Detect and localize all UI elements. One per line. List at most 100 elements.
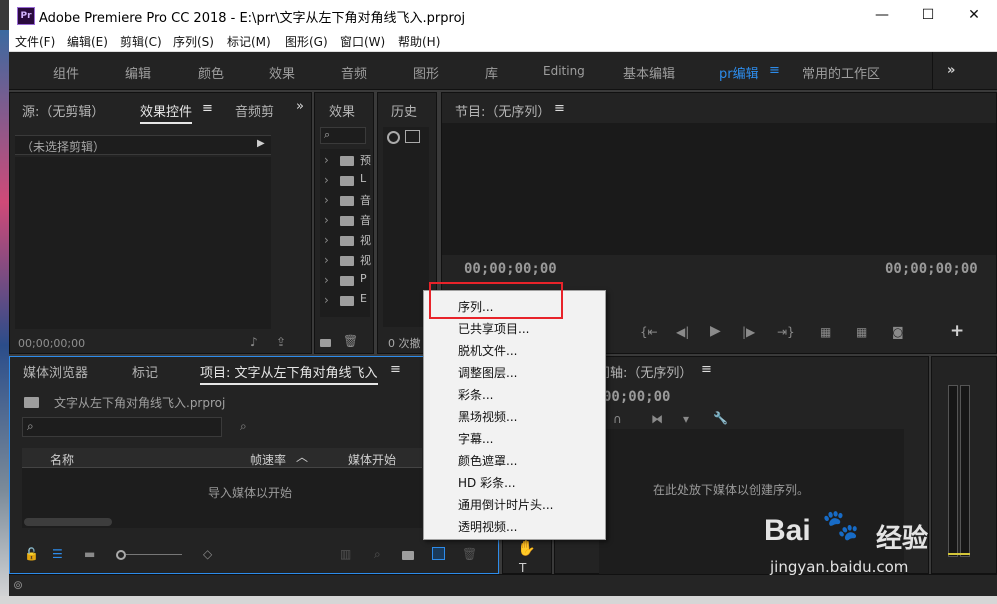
automate-icon[interactable]: ▥ bbox=[340, 547, 351, 561]
menu-edit[interactable]: 编辑(E) bbox=[67, 33, 108, 50]
menu-marker[interactable]: 标记(M) bbox=[227, 33, 271, 50]
column-media-start[interactable]: 媒体开始 bbox=[348, 451, 396, 468]
zoom-slider[interactable] bbox=[126, 554, 182, 555]
workspace-common[interactable]: 常用的工作区 bbox=[802, 63, 880, 82]
sort-ascending-icon[interactable]: ︿ bbox=[296, 448, 308, 465]
step-forward-icon[interactable]: |▶ bbox=[742, 325, 755, 339]
play-icon[interactable]: ▶ bbox=[710, 323, 721, 339]
workspace-graphics[interactable]: 图形 bbox=[413, 63, 439, 82]
effects-folder-label[interactable]: 预 bbox=[360, 152, 371, 168]
list-view-icon[interactable]: ☰ bbox=[52, 547, 63, 561]
menu-clip[interactable]: 剪辑(C) bbox=[120, 33, 162, 50]
history-list-icon[interactable] bbox=[405, 130, 420, 143]
program-menu-icon[interactable]: ≡ bbox=[554, 101, 565, 116]
menu-item-countdown-leader[interactable]: 通用倒计时片头... bbox=[458, 496, 553, 513]
add-marker-icon[interactable]: ▾ bbox=[683, 412, 689, 426]
tab-media-browser[interactable]: 媒体浏览器 bbox=[23, 362, 88, 381]
effects-folder-label[interactable]: E bbox=[360, 292, 367, 305]
column-frame-rate[interactable]: 帧速率 bbox=[250, 451, 286, 468]
workspace-basic-edit[interactable]: 基本编辑 bbox=[623, 63, 675, 82]
type-tool-icon[interactable]: T bbox=[519, 561, 526, 575]
lift-icon[interactable]: ▦ bbox=[820, 325, 831, 339]
zoom-slider-handle[interactable] bbox=[116, 550, 126, 560]
maximize-button[interactable]: ☐ bbox=[905, 0, 951, 30]
menu-item-bars-tone[interactable]: 彩条... bbox=[458, 386, 493, 403]
export-icon[interactable]: ⇪ bbox=[276, 335, 286, 349]
tab-project[interactable]: 项目: 文字从左下角对角线飞入 bbox=[200, 362, 378, 385]
effects-folder-label[interactable]: 音 bbox=[360, 212, 371, 228]
new-bin-icon[interactable] bbox=[402, 551, 414, 560]
effects-folder-label[interactable]: P bbox=[360, 272, 367, 285]
workspace-effects[interactable]: 效果 bbox=[269, 63, 295, 82]
workspace-editing-cn[interactable]: 编辑 bbox=[125, 63, 151, 82]
tree-arrow-icon[interactable]: › bbox=[324, 233, 329, 247]
find-icon[interactable]: ⌕ bbox=[240, 419, 247, 434]
workspace-editing[interactable]: Editing bbox=[543, 64, 585, 78]
new-item-icon[interactable] bbox=[432, 547, 445, 560]
minimize-button[interactable]: — bbox=[859, 0, 905, 30]
icon-view-icon[interactable]: ▬ bbox=[84, 547, 95, 561]
audio-icon[interactable]: ♪ bbox=[250, 335, 258, 349]
menu-item-black-video[interactable]: 黑场视频... bbox=[458, 408, 517, 425]
menu-file[interactable]: 文件(F) bbox=[15, 33, 55, 50]
tab-effect-controls[interactable]: 效果控件 bbox=[140, 101, 193, 124]
workspace-color[interactable]: 颜色 bbox=[198, 63, 224, 82]
step-back-icon[interactable]: ◀| bbox=[676, 325, 689, 339]
tab-menu-icon[interactable]: ≡ bbox=[202, 101, 213, 116]
effects-folder-label[interactable]: 视 bbox=[360, 232, 371, 248]
tree-arrow-icon[interactable]: › bbox=[324, 273, 329, 287]
clear-icon[interactable]: 🗑 bbox=[462, 547, 477, 561]
wrench-icon[interactable]: 🔧 bbox=[713, 411, 728, 425]
effects-folder-label[interactable]: 音 bbox=[360, 192, 371, 208]
program-timecode-current[interactable]: 00;00;00;00 bbox=[464, 261, 557, 277]
project-search-input[interactable]: ⌕ bbox=[22, 417, 222, 437]
add-button-icon[interactable]: + bbox=[950, 321, 964, 341]
effects-folder-label[interactable]: 视 bbox=[360, 252, 371, 268]
workspace-libraries[interactable]: 库 bbox=[485, 63, 498, 82]
tab-audio-clip[interactable]: 音频剪 bbox=[235, 101, 274, 120]
close-button[interactable]: ✕ bbox=[951, 0, 997, 30]
workspace-menu-icon[interactable]: ≡ bbox=[769, 63, 780, 78]
linked-selection-icon[interactable]: ⧓ bbox=[651, 412, 663, 426]
project-menu-icon[interactable]: ≡ bbox=[390, 362, 401, 377]
sort-icon[interactable]: ◇ bbox=[203, 547, 212, 561]
mark-in-icon[interactable]: {⇤ bbox=[640, 325, 658, 339]
tree-arrow-icon[interactable]: › bbox=[324, 213, 329, 227]
tree-arrow-icon[interactable]: › bbox=[324, 173, 329, 187]
tab-markers[interactable]: 标记 bbox=[132, 362, 158, 381]
tab-source[interactable]: 源:（无剪辑） bbox=[22, 101, 104, 120]
menu-sequence[interactable]: 序列(S) bbox=[173, 33, 214, 50]
menu-item-shared-project[interactable]: 已共享项目... bbox=[458, 320, 529, 337]
workspace-audio[interactable]: 音频 bbox=[341, 63, 367, 82]
menu-item-offline-file[interactable]: 脱机文件... bbox=[458, 342, 517, 359]
expand-arrow-icon[interactable]: ▶ bbox=[257, 138, 265, 149]
new-bin-icon[interactable] bbox=[320, 339, 331, 347]
snap-icon[interactable]: ∩ bbox=[613, 412, 622, 426]
delete-icon[interactable]: 🗑 bbox=[343, 334, 358, 348]
tree-arrow-icon[interactable]: › bbox=[324, 253, 329, 267]
menu-window[interactable]: 窗口(W) bbox=[340, 33, 385, 50]
find-icon[interactable]: ⌕ bbox=[374, 547, 381, 562]
tree-arrow-icon[interactable]: › bbox=[324, 293, 329, 307]
tab-overflow-icon[interactable]: » bbox=[296, 99, 304, 114]
go-to-out-icon[interactable]: ⇥} bbox=[777, 325, 795, 339]
menu-graphics[interactable]: 图形(G) bbox=[285, 33, 328, 50]
menu-help[interactable]: 帮助(H) bbox=[398, 33, 440, 50]
export-frame-icon[interactable]: ◙ bbox=[892, 325, 904, 339]
menu-item-caption[interactable]: 字幕... bbox=[458, 430, 493, 447]
menu-item-hd-bars-tone[interactable]: HD 彩条... bbox=[458, 474, 516, 491]
menu-item-color-matte[interactable]: 颜色遮罩... bbox=[458, 452, 517, 469]
workspace-pr-edit[interactable]: pr编辑 bbox=[719, 63, 759, 82]
workspace-overflow-icon[interactable]: » bbox=[947, 63, 955, 78]
lock-icon[interactable]: 🔓 bbox=[24, 547, 39, 561]
status-icon[interactable]: ⊚ bbox=[13, 578, 23, 592]
workspace-assembly[interactable]: 组件 bbox=[53, 63, 79, 82]
column-name[interactable]: 名称 bbox=[50, 451, 74, 468]
hand-tool-icon[interactable]: ✋ bbox=[517, 539, 536, 557]
tree-arrow-icon[interactable]: › bbox=[324, 193, 329, 207]
timeline-timecode[interactable]: 00;00;00 bbox=[603, 389, 670, 405]
effects-search-input[interactable]: ⌕ bbox=[320, 127, 366, 144]
effects-folder-label[interactable]: L bbox=[360, 172, 366, 185]
history-state-icon[interactable] bbox=[387, 131, 400, 144]
menu-item-transparent-video[interactable]: 透明视频... bbox=[458, 518, 517, 535]
